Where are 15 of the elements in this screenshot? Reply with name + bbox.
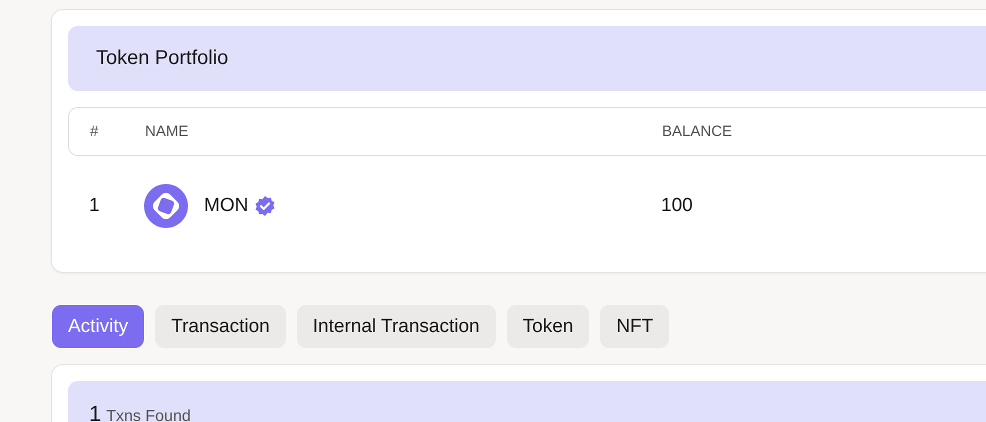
token-balance: 100 — [661, 195, 694, 217]
token-name: MON — [204, 195, 248, 217]
token-logo-icon — [144, 184, 188, 228]
tab[interactable]: Internal Transaction — [296, 305, 496, 348]
tab[interactable]: Transaction — [155, 305, 286, 348]
column-header: BALANCE — [662, 123, 734, 140]
txn-count-label: Txns Found — [106, 408, 191, 422]
txn-count: 1 — [89, 401, 102, 422]
tab[interactable]: Token — [506, 305, 590, 348]
tab[interactable]: Activity — [52, 305, 144, 348]
row-index: 1 — [88, 195, 101, 217]
tab[interactable]: NFT — [600, 305, 670, 348]
card-title: Token Portfolio — [96, 47, 228, 70]
column-header: # — [89, 123, 100, 140]
column-header: NAME — [145, 123, 190, 140]
